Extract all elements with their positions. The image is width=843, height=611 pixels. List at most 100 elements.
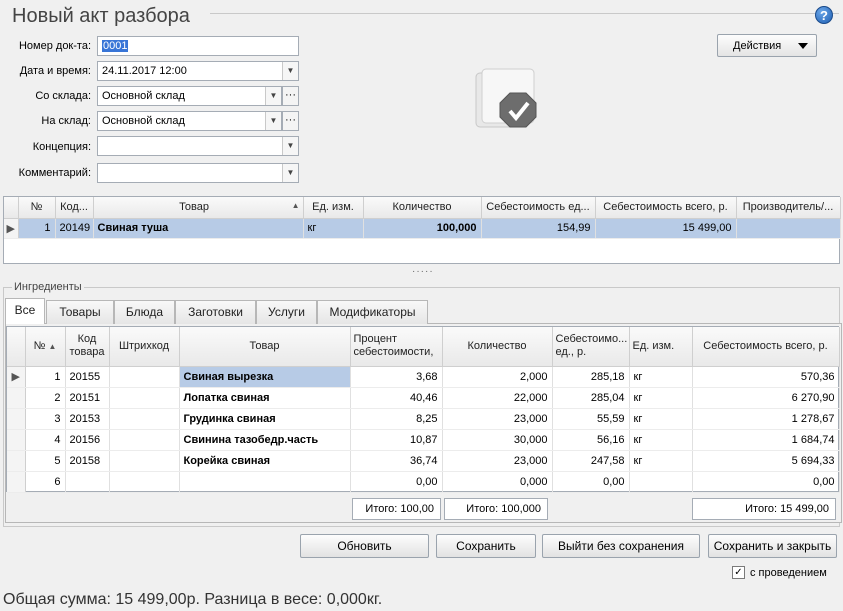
col-cost-total[interactable]: Себестоимость всего, р. [692, 327, 840, 367]
tab-dishes[interactable]: Блюда [114, 300, 175, 324]
chevron-down-icon[interactable]: ▼ [282, 62, 298, 80]
cell-producer[interactable] [736, 218, 841, 239]
cell-barcode[interactable] [109, 450, 180, 472]
cell-number[interactable]: 1 [25, 366, 66, 388]
chevron-down-icon[interactable]: ▼ [282, 164, 298, 182]
splitter-handle[interactable]: ····· [412, 266, 434, 277]
col-product[interactable]: Товар ▲ [93, 197, 304, 219]
concept-select[interactable]: ▼ [97, 136, 299, 156]
cell-cost-unit[interactable]: 154,99 [481, 218, 596, 239]
table-row[interactable]: 4 20156 Свинина тазобедр.часть 10,87 30,… [7, 429, 840, 451]
cell-product[interactable] [179, 471, 351, 493]
cell-cost-total[interactable]: 1 278,67 [692, 408, 840, 430]
table-row[interactable]: ▶ 1 20149 Свиная туша кг 100,000 154,99 … [4, 218, 841, 239]
col-cost-unit[interactable]: Себестоимо... ед., р. [552, 327, 630, 367]
cell-cost-unit[interactable]: 56,16 [552, 429, 630, 451]
cell-unit[interactable]: кг [629, 366, 693, 388]
cell-unit[interactable] [629, 471, 693, 493]
cell-quantity[interactable]: 100,000 [363, 218, 482, 239]
tab-goods[interactable]: Товары [46, 300, 114, 324]
ingredients-grid[interactable]: № ▲ Код товара Штрихкод Товар Процент се… [6, 326, 840, 493]
col-number[interactable]: № ▲ [25, 327, 66, 367]
help-icon[interactable]: ? [815, 6, 833, 24]
cell-cost-total[interactable]: 1 684,74 [692, 429, 840, 451]
table-row[interactable]: 2 20151 Лопатка свиная 40,46 22,000 285,… [7, 387, 840, 409]
cell-unit[interactable]: кг [629, 408, 693, 430]
col-unit[interactable]: Ед. изм. [303, 197, 364, 219]
cell-code[interactable]: 20155 [65, 366, 110, 388]
product-grid[interactable]: № Код... Товар ▲ Ед. изм. Количество Себе… [3, 196, 841, 264]
cell-cost-unit[interactable]: 285,18 [552, 366, 630, 388]
cell-code[interactable]: 20158 [65, 450, 110, 472]
to-store-browse-button[interactable]: ··· [282, 111, 299, 131]
cell-cost-total[interactable]: 15 499,00 [595, 218, 737, 239]
col-product[interactable]: Товар [179, 327, 351, 367]
table-row[interactable]: ▶ 1 20155 Свиная вырезка 3,68 2,000 285,… [7, 366, 840, 388]
comment-select[interactable]: ▼ [97, 163, 299, 183]
cell-barcode[interactable] [109, 366, 180, 388]
post-checkbox[interactable]: ✓ [732, 566, 745, 579]
cell-percent[interactable]: 40,46 [350, 387, 443, 409]
cell-barcode[interactable] [109, 471, 180, 493]
col-quantity[interactable]: Количество [442, 327, 553, 367]
cell-code[interactable]: 20151 [65, 387, 110, 409]
col-quantity[interactable]: Количество [363, 197, 482, 219]
cell-barcode[interactable] [109, 387, 180, 409]
cell-percent[interactable]: 8,25 [350, 408, 443, 430]
datetime-field[interactable]: 24.11.2017 12:00 ▼ [97, 61, 299, 81]
cell-cost-total[interactable]: 570,36 [692, 366, 840, 388]
cell-product[interactable]: Свиная вырезка [179, 366, 351, 388]
cell-code[interactable] [65, 471, 110, 493]
exit-without-saving-button[interactable]: Выйти без сохранения [542, 534, 700, 558]
cell-cost-total[interactable]: 5 694,33 [692, 450, 840, 472]
to-store-select[interactable]: Основной склад ▼ [97, 111, 282, 131]
cell-number[interactable]: 6 [25, 471, 66, 493]
cell-code[interactable]: 20156 [65, 429, 110, 451]
doc-number-field[interactable]: 0001 [97, 36, 299, 56]
cell-cost-unit[interactable]: 55,59 [552, 408, 630, 430]
tab-semifinished[interactable]: Заготовки [175, 300, 256, 324]
col-code[interactable]: Код товара [65, 327, 110, 367]
cell-cost-total[interactable]: 6 270,90 [692, 387, 840, 409]
cell-quantity[interactable]: 2,000 [442, 366, 553, 388]
cell-product[interactable]: Грудинка свиная [179, 408, 351, 430]
cell-number[interactable]: 5 [25, 450, 66, 472]
col-barcode[interactable]: Штрихкод [109, 327, 180, 367]
cell-cost-unit[interactable]: 285,04 [552, 387, 630, 409]
cell-unit[interactable]: кг [303, 218, 364, 239]
refresh-button[interactable]: Обновить [300, 534, 429, 558]
cell-product[interactable]: Корейка свиная [179, 450, 351, 472]
cell-unit[interactable]: кг [629, 429, 693, 451]
col-unit[interactable]: Ед. изм. [629, 327, 693, 367]
cell-percent[interactable]: 0,00 [350, 471, 443, 493]
cell-quantity[interactable]: 22,000 [442, 387, 553, 409]
save-button[interactable]: Сохранить [436, 534, 536, 558]
col-producer[interactable]: Производитель/... [736, 197, 841, 219]
cell-barcode[interactable] [109, 429, 180, 451]
cell-product[interactable]: Свиная туша [93, 218, 304, 239]
chevron-down-icon[interactable]: ▼ [265, 87, 281, 105]
col-cost-unit[interactable]: Себестоимость ед... [481, 197, 596, 219]
cell-unit[interactable]: кг [629, 450, 693, 472]
cell-cost-unit[interactable]: 0,00 [552, 471, 630, 493]
table-row[interactable]: 3 20153 Грудинка свиная 8,25 23,000 55,5… [7, 408, 840, 430]
cell-code[interactable]: 20149 [55, 218, 94, 239]
col-code[interactable]: Код... [55, 197, 94, 219]
cell-number[interactable]: 2 [25, 387, 66, 409]
tab-services[interactable]: Услуги [256, 300, 317, 324]
cell-number[interactable]: 1 [18, 218, 56, 239]
cell-number[interactable]: 4 [25, 429, 66, 451]
cell-product[interactable]: Свинина тазобедр.часть [179, 429, 351, 451]
save-and-close-button[interactable]: Сохранить и закрыть [708, 534, 837, 558]
cell-percent[interactable]: 36,74 [350, 450, 443, 472]
table-row[interactable]: 6 0,00 0,000 0,00 0,00 [7, 471, 840, 493]
cell-percent[interactable]: 10,87 [350, 429, 443, 451]
cell-barcode[interactable] [109, 408, 180, 430]
cell-percent[interactable]: 3,68 [350, 366, 443, 388]
col-number[interactable]: № [18, 197, 56, 219]
cell-number[interactable]: 3 [25, 408, 66, 430]
col-percent[interactable]: Процент себестоимости, [350, 327, 443, 367]
actions-button[interactable]: Действия [717, 34, 817, 57]
from-store-browse-button[interactable]: ··· [282, 86, 299, 106]
cell-code[interactable]: 20153 [65, 408, 110, 430]
